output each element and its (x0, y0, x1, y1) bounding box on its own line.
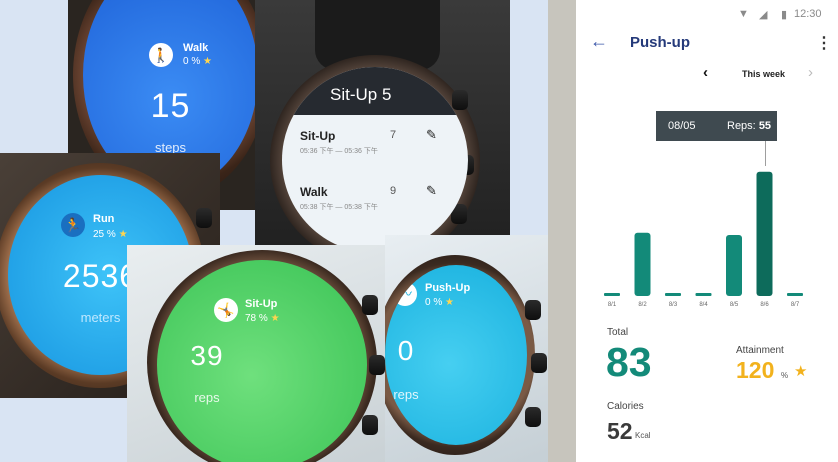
watch-crown (362, 415, 378, 435)
list-item-time: 05:38 下午 — 05:38 下午 (300, 204, 378, 211)
reps-bar-chart: 8/1 8/2 8/3 8/4 8/5 8/6 8/7 (604, 171, 803, 308)
pushup-name: Push-Up (425, 282, 471, 294)
x-tick-label: 8/3 (669, 302, 678, 308)
calories-label: Calories (607, 401, 644, 412)
back-arrow-icon[interactable]: ← (590, 31, 608, 52)
pushup-percent: 0 % ★ (425, 297, 454, 308)
list-item-name: Sit-Up (300, 129, 336, 143)
next-week-button[interactable]: › (808, 64, 813, 81)
list-item-count: 7 (390, 129, 397, 141)
bar-tooltip: 08/05 Reps: 55 (656, 111, 777, 141)
watch-crown (525, 300, 541, 320)
run-name: Run (93, 213, 115, 225)
calories-unit: Kcal (635, 431, 651, 440)
walk-name: Walk (183, 42, 209, 54)
watch-crown (531, 353, 547, 373)
pushup-icon: 〰 (393, 282, 417, 306)
star-icon: ★ (118, 229, 128, 240)
edit-icon[interactable]: ✎ (426, 127, 437, 143)
star-icon: ★ (794, 363, 808, 380)
battery-icon: ▮ (781, 9, 788, 21)
calories-value: 52 (607, 418, 633, 444)
x-tick-label: 8/5 (730, 302, 739, 308)
watch-crown (362, 295, 378, 315)
status-time: 12:30 (794, 8, 822, 20)
bar-8/1[interactable] (604, 293, 620, 296)
star-icon: ★ (445, 297, 454, 308)
edit-icon[interactable]: ✎ (426, 183, 437, 199)
situp-watch-photo: 🤸 Sit-Up 78 % ★ 39 reps (127, 245, 417, 462)
situp-name: Sit-Up (245, 298, 278, 310)
situp-watch-face: 🤸 Sit-Up 78 % ★ 39 reps (157, 260, 367, 462)
situp-unit: reps (194, 390, 220, 405)
phone-bezel (548, 0, 576, 462)
bar-8/2[interactable] (634, 232, 651, 296)
attainment-unit: % (781, 371, 789, 380)
x-tick-label: 8/2 (638, 302, 647, 308)
walk-value: 15 (150, 87, 191, 125)
bar-8/4[interactable] (695, 293, 712, 296)
star-icon: ★ (203, 56, 212, 67)
pushup-value: 0 (397, 335, 415, 366)
x-tick-label: 8/6 (760, 302, 769, 308)
more-menu-icon[interactable]: ⋮ (816, 33, 832, 53)
phone-screen: ▼ ◢ ▮ 12:30 ← Push-up ⋮ ‹ This week › 08… (576, 0, 838, 462)
x-tick-label: 8/4 (699, 302, 708, 308)
pushup-watch-face: 〰 Push-Up 0 % ★ 0 reps (385, 265, 527, 445)
x-tick-label: 8/1 (608, 302, 617, 308)
run-icon: 🏃 (61, 213, 85, 237)
list-item-name: Walk (300, 185, 328, 199)
watch-crown (369, 355, 385, 375)
bar-8/6[interactable] (756, 171, 773, 296)
total-value: 83 (606, 339, 652, 385)
star-icon: ★ (270, 313, 280, 324)
attainment-label: Attainment (736, 345, 784, 356)
week-label: This week (742, 69, 786, 79)
pushup-watch-photo: 〰 Push-Up 0 % ★ 0 reps (385, 235, 550, 462)
watch-crown (196, 208, 212, 228)
bar-8/3[interactable] (665, 293, 681, 296)
bar-8/7[interactable] (787, 293, 803, 296)
tooltip-reps: Reps: 55 (727, 120, 772, 132)
status-bar: ▼ ◢ ▮ 12:30 (576, 0, 838, 30)
bar-8/5[interactable] (726, 235, 742, 296)
page-title: Push-up (630, 34, 690, 51)
watch-crown (525, 407, 541, 427)
tooltip-date: 08/05 (668, 120, 696, 132)
situp-icon: 🤸 (214, 298, 238, 322)
pushup-unit: reps (393, 387, 419, 402)
situp-list-watch-face: Sit-Up 5 Sit-Up 7 ✎ 05:36 下午 — 05:36 下午 … (282, 67, 468, 253)
situp-list-watch-photo: Sit-Up 5 Sit-Up 7 ✎ 05:36 下午 — 05:36 下午 … (255, 0, 510, 275)
signal-icon: ◢ (759, 9, 768, 21)
x-tick-label: 8/7 (791, 302, 800, 308)
walk-percent: 0 % ★ (183, 56, 212, 67)
walk-icon: 🚶 (149, 43, 173, 67)
list-item-time: 05:36 下午 — 05:36 下午 (300, 148, 378, 155)
attainment-value: 120 (736, 357, 775, 383)
previous-week-button[interactable]: ‹ (703, 64, 708, 81)
run-percent: 25 % ★ (93, 229, 128, 240)
total-label: Total (607, 327, 629, 338)
wifi-icon: ▼ (738, 8, 749, 20)
list-item-count: 9 (390, 185, 397, 197)
list-header-title: Sit-Up 5 (330, 85, 392, 104)
situp-value: 39 (190, 340, 224, 371)
situp-percent: 78 % ★ (245, 313, 280, 324)
